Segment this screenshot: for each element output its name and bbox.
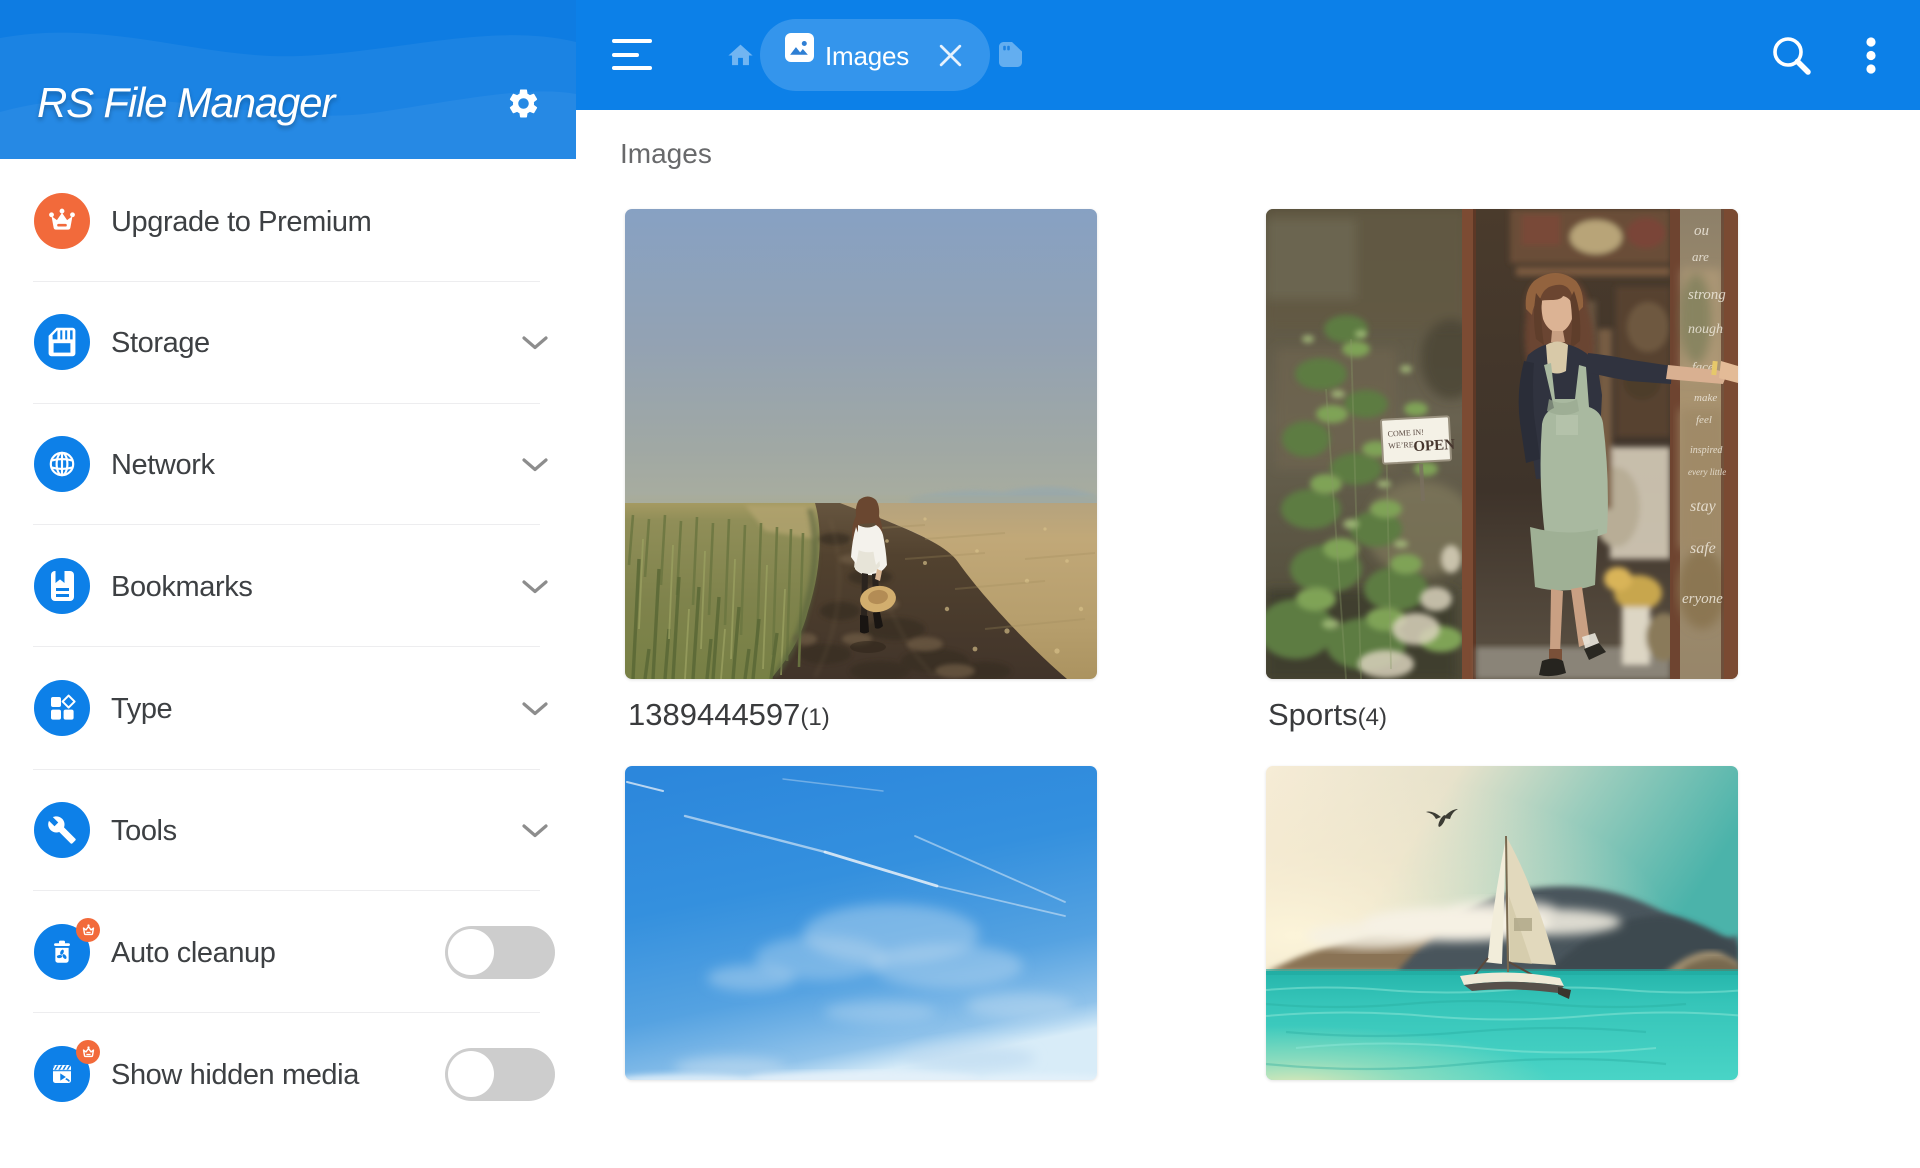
svg-text:safe: safe [1690, 540, 1716, 557]
svg-text:nough: nough [1688, 322, 1723, 337]
svg-text:stay: stay [1690, 498, 1717, 515]
svg-text:make: make [1694, 392, 1717, 404]
svg-text:ou: ou [1694, 223, 1709, 239]
svg-text:strong: strong [1688, 287, 1726, 303]
svg-text:WE’RE: WE’RE [1388, 440, 1414, 450]
svg-text:feel: feel [1696, 414, 1712, 426]
svg-text:are: are [1692, 249, 1709, 264]
svg-text:OPEN: OPEN [1413, 437, 1456, 455]
svg-text:COME IN!: COME IN! [1387, 428, 1424, 439]
svg-text:eryone: eryone [1682, 591, 1723, 607]
svg-text:every little: every little [1688, 467, 1726, 477]
svg-text:inspired: inspired [1690, 445, 1723, 456]
